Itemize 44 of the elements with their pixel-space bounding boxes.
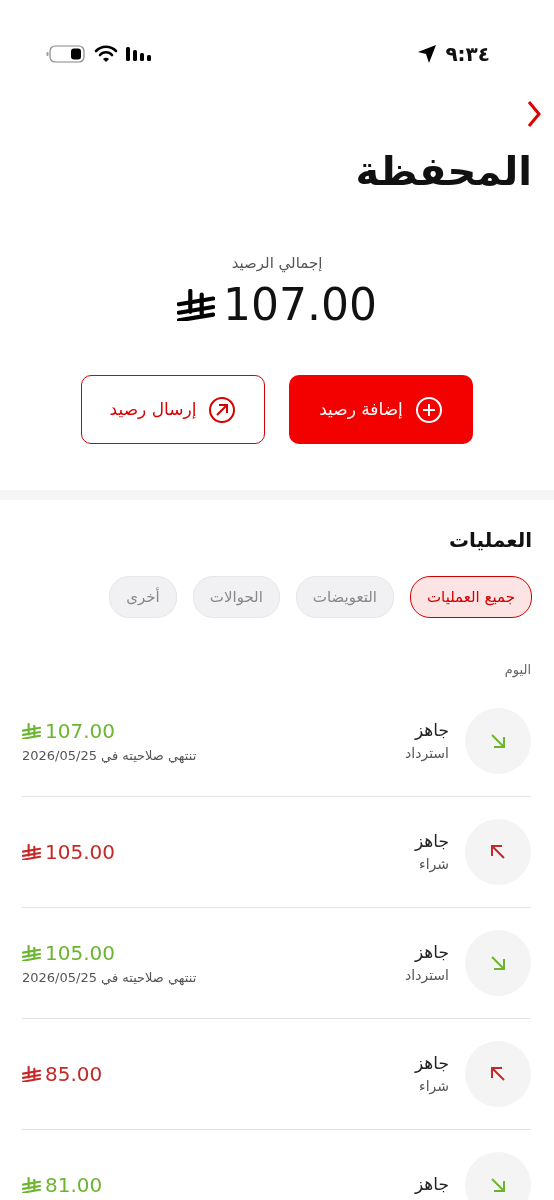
transaction-title: جاهز (414, 1173, 449, 1197)
riyal-icon (22, 1065, 41, 1082)
filter-chip[interactable]: الحوالات (192, 576, 280, 619)
send-balance-button[interactable]: إرسال رصيد (81, 375, 265, 445)
filter-chip[interactable]: أخرى (109, 576, 177, 619)
wifi-icon (94, 45, 118, 63)
riyal-icon (22, 944, 41, 962)
transaction-type: شراء (418, 855, 449, 875)
transaction-amount: 105.00 (45, 940, 115, 968)
riyal-icon (22, 1176, 41, 1193)
filter-chip[interactable]: التعويضات (295, 576, 394, 619)
arrow-circle-icon (208, 395, 237, 424)
page-title: المحفظة (354, 147, 532, 195)
riyal-icon (22, 722, 41, 740)
arrow-down-icon (490, 732, 506, 749)
transaction-title: جاهز (413, 940, 449, 964)
transaction-title: جاهز (414, 829, 449, 853)
clock-time: ٩:٣٤ (445, 41, 490, 68)
transaction-type: شراء (418, 1077, 449, 1097)
balance-label: إجمالي الرصيد (231, 254, 323, 272)
transaction-type: استرداد (405, 966, 449, 986)
battery-icon (46, 44, 86, 64)
transaction-title: جاهز (414, 1051, 449, 1075)
riyal-icon (22, 843, 41, 860)
filter-chip[interactable]: جميع العمليات (409, 576, 532, 619)
transaction-amount: 81.00 (45, 1171, 103, 1199)
transaction-amount: 105.00 (45, 838, 115, 866)
location-icon (417, 44, 438, 64)
arrow-down-icon (490, 1176, 506, 1193)
riyal-icon (177, 288, 215, 322)
arrow-up-icon (490, 843, 506, 860)
transaction-amount: 107.00 (45, 718, 115, 746)
section-title: العمليات (448, 528, 532, 553)
balance-amount: 107.00 (223, 278, 377, 332)
plus-circle-icon (414, 395, 443, 424)
arrow-up-icon (490, 1065, 506, 1082)
date-group-label: اليوم (504, 662, 531, 678)
add-balance-button[interactable]: إضافة رصيد (289, 375, 473, 445)
transaction-type: استرداد (405, 744, 449, 764)
expiry-note: تنتهي صلاحيته في 2026/05/25 (22, 969, 197, 988)
transaction-title: جاهز (413, 718, 449, 742)
transaction-amount: 85.00 (45, 1060, 103, 1088)
arrow-down-icon (490, 954, 506, 971)
expiry-note: تنتهي صلاحيته في 2026/05/25 (22, 747, 197, 766)
